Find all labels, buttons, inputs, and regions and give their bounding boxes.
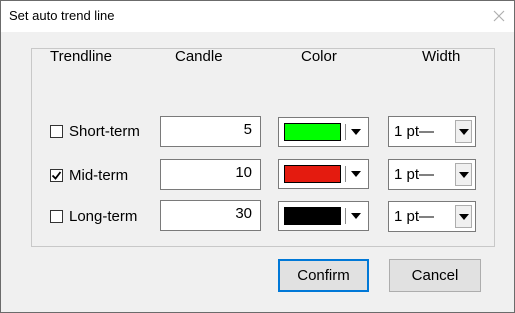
chevron-down-icon [351,213,361,219]
chevron-down-icon [459,129,469,135]
mid-term-color-select[interactable] [278,159,369,189]
close-button[interactable] [488,5,510,27]
chevron-down-icon [351,129,361,135]
close-icon [493,10,505,22]
long-term-candle-value: 30 [235,205,252,222]
short-term-width-dropdown-button[interactable] [455,120,472,143]
header-candle: Candle [175,48,223,65]
check-icon [51,171,62,180]
long-term-width-value: 1 pt— [394,208,435,225]
long-term-candle-input[interactable]: 30 [160,200,261,231]
mid-term-color-swatch [284,165,341,183]
mid-term-width-value: 1 pt— [394,166,435,183]
short-term-width-select[interactable]: 1 pt— [388,116,476,147]
short-term-color-swatch [284,123,341,141]
mid-term-width-dropdown-button[interactable] [455,163,472,186]
combo-separator [345,124,346,140]
confirm-button[interactable]: Confirm [278,259,369,292]
dialog-window: Set auto trend line Trendline Candle Col… [0,0,515,313]
dialog-title: Set auto trend line [9,8,115,23]
mid-term-candle-value: 10 [235,164,252,181]
combo-separator [345,166,346,182]
header-color: Color [301,48,337,65]
cancel-button[interactable]: Cancel [389,259,481,292]
short-term-checkbox[interactable] [50,125,63,138]
chevron-down-icon [351,171,361,177]
short-term-color-select[interactable] [278,117,369,147]
long-term-checkbox[interactable] [50,210,63,223]
mid-term-candle-input[interactable]: 10 [160,159,261,190]
long-term-width-select[interactable]: 1 pt— [388,201,476,232]
chevron-down-icon [459,172,469,178]
combo-separator [345,208,346,224]
short-term-candle-input[interactable]: 5 [160,116,261,147]
long-term-color-swatch [284,207,341,225]
short-term-label: Short-term [69,123,140,140]
header-trendline: Trendline [50,48,112,65]
header-width: Width [422,48,461,65]
title-bar[interactable]: Set auto trend line [1,1,514,32]
long-term-width-dropdown-button[interactable] [455,205,472,228]
short-term-candle-value: 5 [243,121,252,138]
long-term-color-select[interactable] [278,201,369,231]
mid-term-width-select[interactable]: 1 pt— [388,159,476,190]
mid-term-checkbox[interactable] [50,169,63,182]
mid-term-label: Mid-term [69,167,129,184]
short-term-width-value: 1 pt— [394,123,435,140]
chevron-down-icon [459,214,469,220]
long-term-label: Long-term [69,208,138,225]
